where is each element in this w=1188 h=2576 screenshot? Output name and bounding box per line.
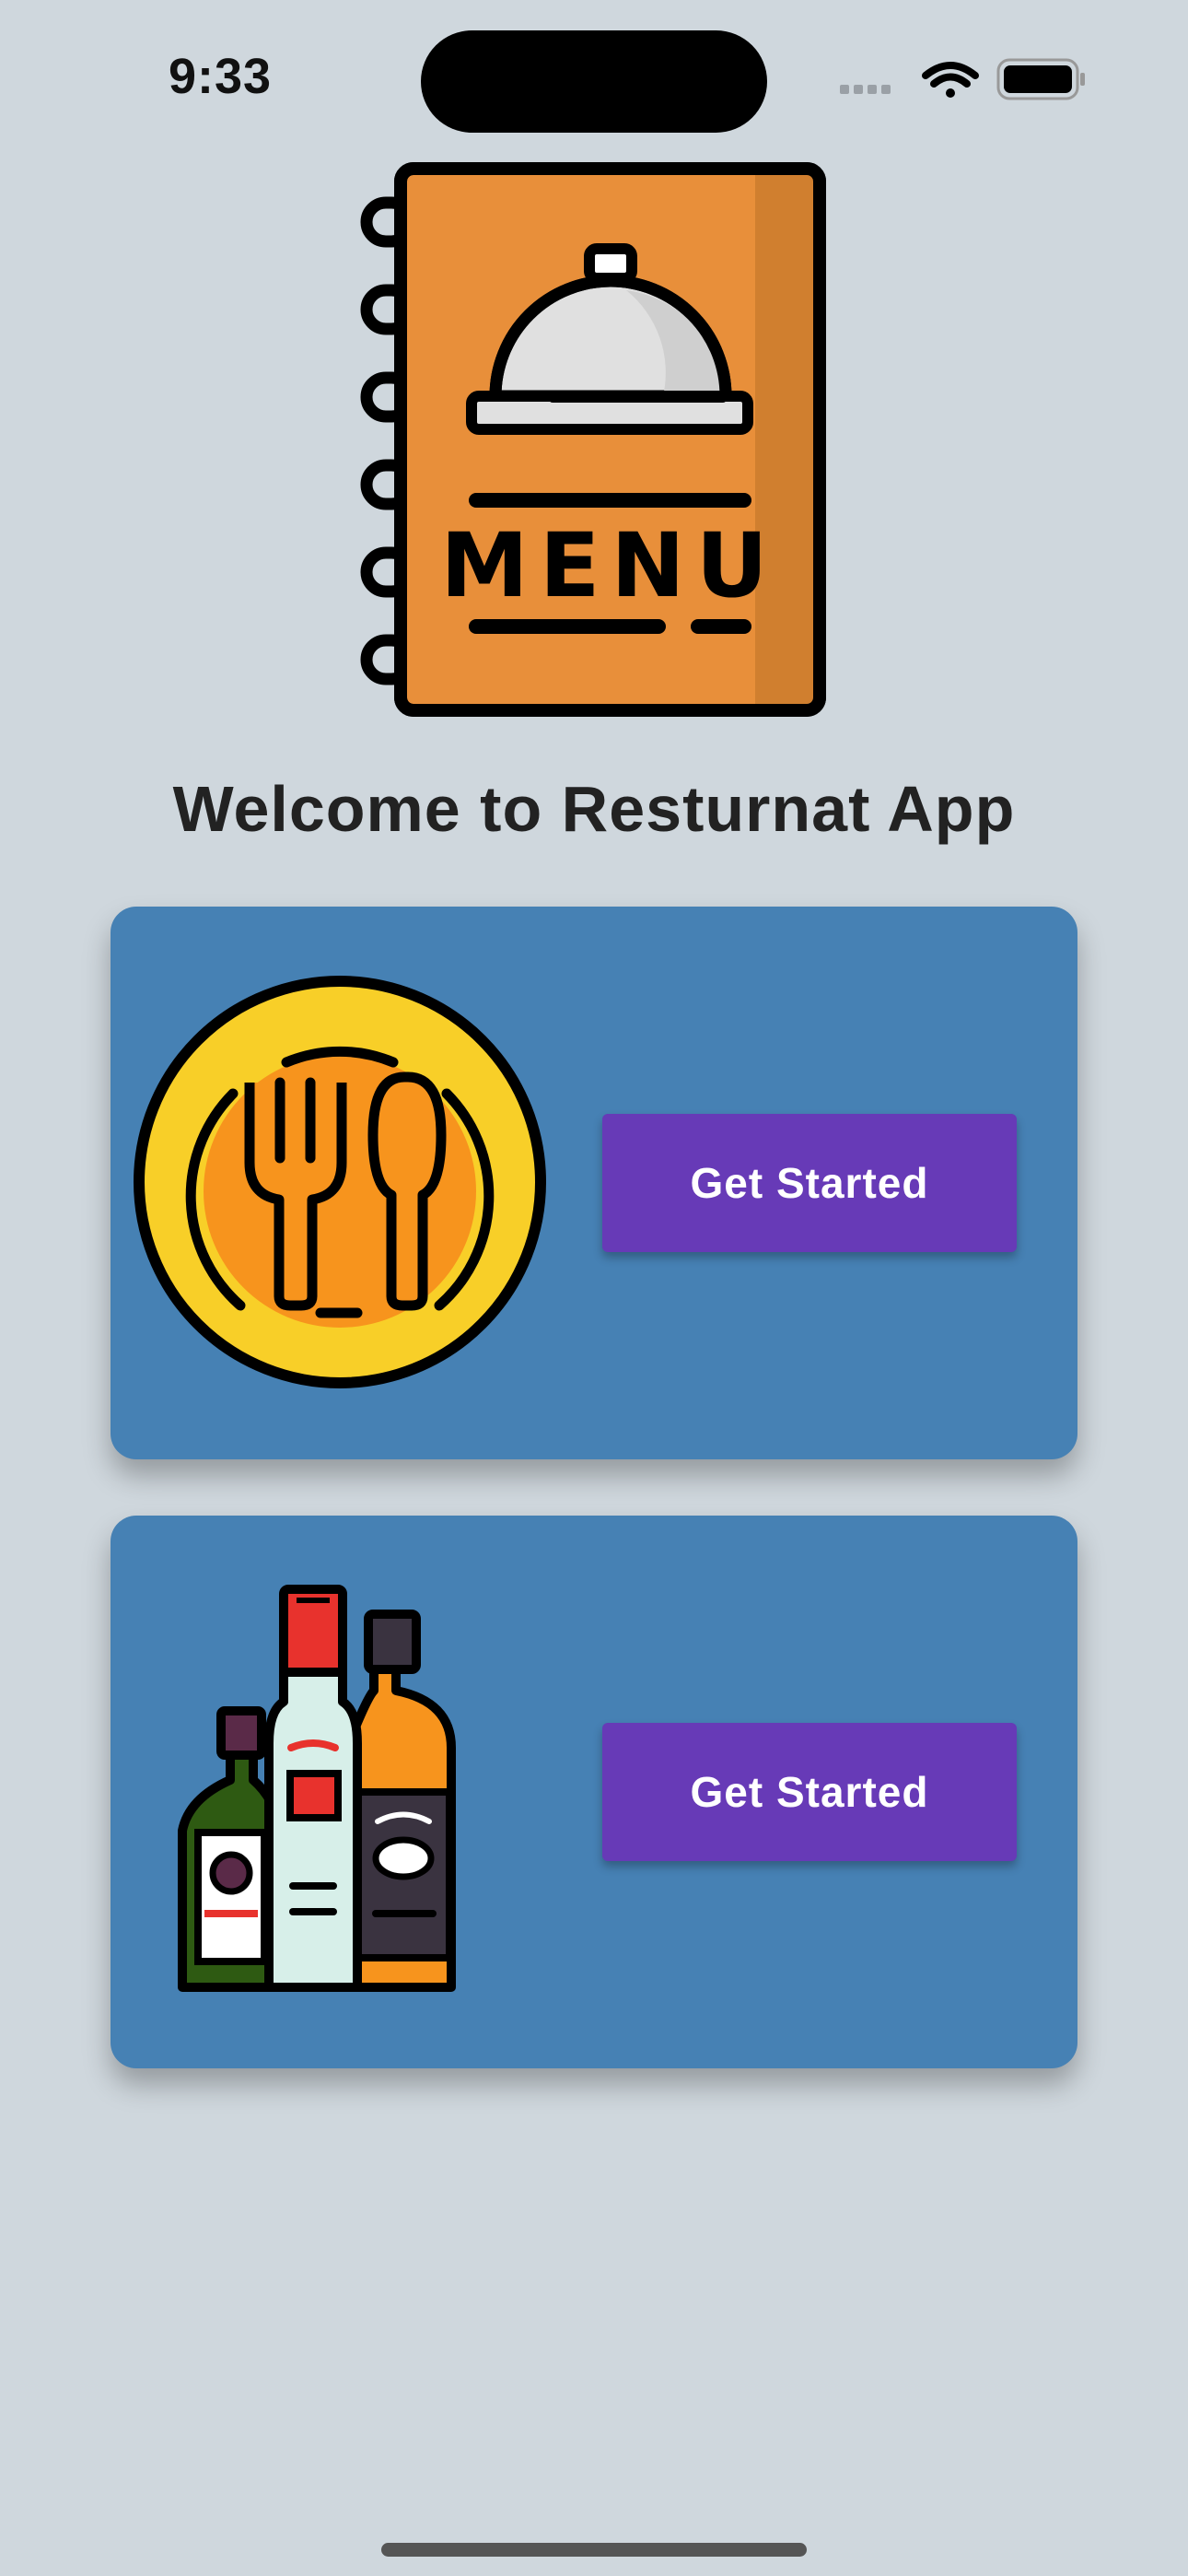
battery-icon xyxy=(996,58,1085,100)
status-time: 9:33 xyxy=(169,49,273,104)
cellular-signal-icon xyxy=(840,85,891,94)
dynamic-island xyxy=(421,30,767,133)
home-indicator[interactable] xyxy=(381,2543,807,2557)
food-card: Get Started xyxy=(111,907,1077,1459)
menu-label: MENU xyxy=(440,514,778,617)
wifi-icon xyxy=(922,62,979,98)
status-icons xyxy=(840,57,1087,103)
get-started-button-food[interactable]: Get Started xyxy=(602,1114,1017,1252)
get-started-button-drinks[interactable]: Get Started xyxy=(602,1723,1017,1861)
drinks-card: Get Started xyxy=(111,1516,1077,2068)
menu-book-icon: MENU xyxy=(359,161,829,719)
page-title: Welcome to Resturnat App xyxy=(172,773,1016,845)
bottles-icon xyxy=(175,1582,497,2006)
plate-fork-spoon-icon xyxy=(132,974,548,1390)
